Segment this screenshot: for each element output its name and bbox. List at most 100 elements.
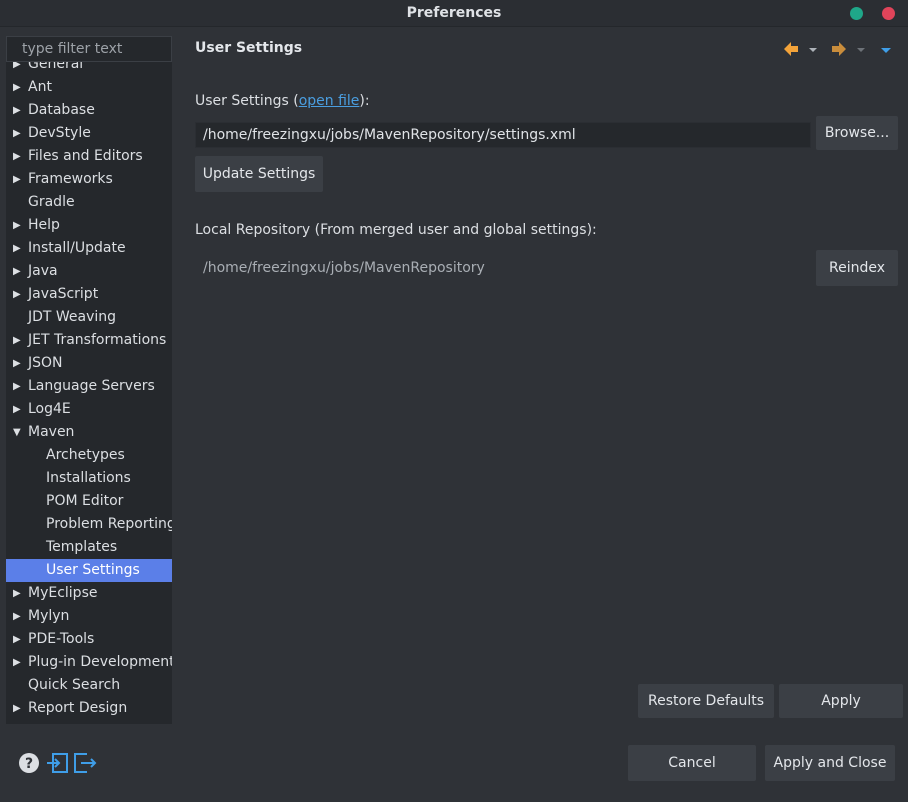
tree-item-label: Archetypes xyxy=(46,447,125,463)
tree-item-java[interactable]: ▶ Java xyxy=(6,260,172,283)
tree-item-label: Templates xyxy=(46,539,118,555)
tree-item-label: Files and Editors xyxy=(28,148,143,164)
tree-item-user-settings[interactable]: User Settings xyxy=(6,559,172,582)
import-icon[interactable] xyxy=(46,752,68,774)
collapsed-arrow-icon[interactable]: ▶ xyxy=(13,651,23,674)
tree-item-label: General xyxy=(28,62,84,72)
tree-item-maven[interactable]: ▼ Maven xyxy=(6,421,172,444)
back-history-dropdown-icon[interactable] xyxy=(808,40,818,60)
user-settings-label-text: User Settings ( xyxy=(195,93,299,109)
tree-item-label: Log4E xyxy=(28,401,71,417)
user-settings-label-suffix: ): xyxy=(359,93,370,109)
collapsed-arrow-icon[interactable]: ▶ xyxy=(13,352,23,375)
filter-input[interactable]: type filter text xyxy=(6,36,172,62)
collapsed-arrow-icon[interactable]: ▶ xyxy=(13,145,23,168)
browse-button[interactable]: Browse... xyxy=(816,116,898,150)
tree-item-javascript[interactable]: ▶ JavaScript xyxy=(6,283,172,306)
tree-item-log4e[interactable]: ▶ Log4E xyxy=(6,398,172,421)
tree-item-plug-in-development[interactable]: ▶ Plug-in Development xyxy=(6,651,172,674)
tree-item-label: Language Servers xyxy=(28,378,155,394)
tree-item-label: JSON xyxy=(28,355,63,371)
tree-item-myeclipse[interactable]: ▶ MyEclipse xyxy=(6,582,172,605)
collapsed-arrow-icon[interactable]: ▶ xyxy=(13,62,23,76)
collapsed-arrow-icon[interactable]: ▶ xyxy=(13,214,23,237)
tree-item-label: Gradle xyxy=(28,194,75,210)
tree-item-label: Problem Reporting xyxy=(46,516,172,532)
collapsed-arrow-icon[interactable]: ▶ xyxy=(13,329,23,352)
tree-item-general[interactable]: ▶ General xyxy=(6,62,172,76)
arrow-right-icon[interactable] xyxy=(830,40,848,60)
collapsed-arrow-icon[interactable]: ▶ xyxy=(13,122,23,145)
tree-item-help[interactable]: ▶ Help xyxy=(6,214,172,237)
tree-item-label: Java xyxy=(28,263,58,279)
tree-item-jdt-weaving[interactable]: JDT Weaving xyxy=(6,306,172,329)
tree-item-gradle[interactable]: Gradle xyxy=(6,191,172,214)
collapsed-arrow-icon[interactable]: ▶ xyxy=(13,168,23,191)
minimize-button[interactable] xyxy=(850,7,863,20)
tree-item-label: PDE-Tools xyxy=(28,631,95,647)
collapsed-arrow-icon[interactable]: ▶ xyxy=(13,375,23,398)
collapsed-arrow-icon[interactable]: ▶ xyxy=(13,237,23,260)
tree-item-database[interactable]: ▶ Database xyxy=(6,99,172,122)
collapsed-arrow-icon[interactable]: ▶ xyxy=(13,99,23,122)
open-file-link[interactable]: open file xyxy=(299,93,360,109)
tree-item-label: MyEclipse xyxy=(28,585,98,601)
help-icon[interactable]: ? xyxy=(18,752,40,774)
collapsed-arrow-icon[interactable]: ▶ xyxy=(13,605,23,628)
tree-item-pde-tools[interactable]: ▶ PDE-Tools xyxy=(6,628,172,651)
restore-defaults-button[interactable]: Restore Defaults xyxy=(638,684,774,718)
tree-item-label: JDT Weaving xyxy=(28,309,117,325)
tree-item-label: Maven xyxy=(28,424,75,440)
tree-item-pom-editor[interactable]: POM Editor xyxy=(6,490,172,513)
tree-item-archetypes[interactable]: Archetypes xyxy=(6,444,172,467)
tree-item-installations[interactable]: Installations xyxy=(6,467,172,490)
tree-item-label: Frameworks xyxy=(28,171,113,187)
preference-tree: ▶ General ▶ Ant ▶ Database ▶ DevStyle ▶ Files and… xyxy=(6,62,172,724)
tree-item-label: Plug-in Development xyxy=(28,654,172,670)
title-bar: Preferences xyxy=(0,0,908,27)
collapsed-arrow-icon[interactable]: ▶ xyxy=(13,582,23,605)
tree-item-report-design[interactable]: ▶ Report Design xyxy=(6,697,172,720)
export-icon[interactable] xyxy=(72,752,97,774)
tree-item-json[interactable]: ▶ JSON xyxy=(6,352,172,375)
forward-history-dropdown-icon[interactable] xyxy=(856,40,866,60)
collapsed-arrow-icon[interactable]: ▶ xyxy=(13,628,23,651)
collapsed-arrow-icon[interactable]: ▶ xyxy=(13,76,23,99)
tree-item-mylyn[interactable]: ▶ Mylyn xyxy=(6,605,172,628)
arrow-left-icon[interactable] xyxy=(782,40,800,60)
tree-item-ant[interactable]: ▶ Ant xyxy=(6,76,172,99)
tree-item-quick-search[interactable]: Quick Search xyxy=(6,674,172,697)
update-settings-button[interactable]: Update Settings xyxy=(195,156,323,192)
collapsed-arrow-icon[interactable]: ▶ xyxy=(13,260,23,283)
tree-item-label: DevStyle xyxy=(28,125,91,141)
user-settings-label: User Settings (open file): xyxy=(195,93,370,109)
collapsed-arrow-icon[interactable]: ▶ xyxy=(13,697,23,720)
tree-item-label: Report Design xyxy=(28,700,128,716)
user-settings-path-field[interactable]: /home/freezingxu/jobs/MavenRepository/se… xyxy=(195,122,811,148)
collapsed-arrow-icon[interactable]: ▶ xyxy=(13,283,23,306)
tree-item-files-and-editors[interactable]: ▶ Files and Editors xyxy=(6,145,172,168)
tree-item-label: POM Editor xyxy=(46,493,124,509)
cancel-button[interactable]: Cancel xyxy=(628,745,756,781)
close-button[interactable] xyxy=(882,7,895,20)
tree-item-problem-reporting[interactable]: Problem Reporting xyxy=(6,513,172,536)
apply-button[interactable]: Apply xyxy=(779,684,903,718)
collapsed-arrow-icon[interactable]: ▶ xyxy=(13,398,23,421)
tree-item-devstyle[interactable]: ▶ DevStyle xyxy=(6,122,172,145)
tree-item-label: Quick Search xyxy=(28,677,121,693)
tree-item-label: Database xyxy=(28,102,95,118)
page-title: User Settings xyxy=(195,40,303,56)
tree-item-templates[interactable]: Templates xyxy=(6,536,172,559)
tree-item-label: User Settings xyxy=(46,562,140,578)
apply-and-close-button[interactable]: Apply and Close xyxy=(765,745,895,781)
tree-item-language-servers[interactable]: ▶ Language Servers xyxy=(6,375,172,398)
tree-item-install-update[interactable]: ▶ Install/Update xyxy=(6,237,172,260)
reindex-button[interactable]: Reindex xyxy=(816,250,898,286)
tree-item-frameworks[interactable]: ▶ Frameworks xyxy=(6,168,172,191)
local-repository-label: Local Repository (From merged user and g… xyxy=(195,222,597,238)
tree-item-label: JavaScript xyxy=(28,286,99,302)
view-menu-icon[interactable] xyxy=(880,40,892,60)
expanded-arrow-icon[interactable]: ▼ xyxy=(13,421,23,444)
tree-item-label: Installations xyxy=(46,470,131,486)
tree-item-jet-transformations[interactable]: ▶ JET Transformations xyxy=(6,329,172,352)
